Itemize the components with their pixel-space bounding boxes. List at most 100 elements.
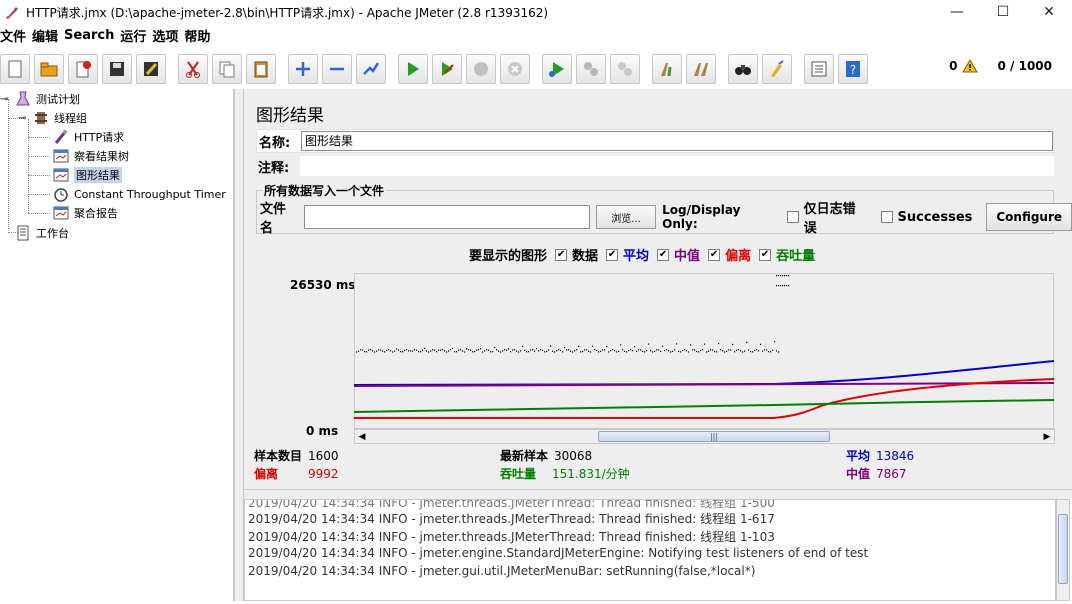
comment-field[interactable] — [300, 156, 1054, 176]
checkmark-icon[interactable]: ✔ — [708, 248, 721, 261]
remote-exit-button[interactable] — [610, 54, 640, 84]
menu-search[interactable]: Search — [64, 28, 120, 43]
help-button[interactable]: ? — [838, 54, 868, 84]
checkmark-icon[interactable]: ✔ — [657, 248, 670, 261]
new-button[interactable] — [0, 54, 30, 84]
data-point — [370, 349, 372, 351]
log-splitter[interactable] — [244, 489, 1072, 499]
save-button[interactable] — [102, 54, 132, 84]
errors-only-checkbox[interactable] — [786, 211, 799, 223]
checkmark-icon[interactable]: ✔ — [555, 248, 568, 261]
shutdown-button[interactable] — [500, 54, 530, 84]
tree-item-thread-group[interactable]: ⊸ 线程组 — [18, 109, 87, 127]
scroll-left-icon[interactable]: ◀ — [355, 430, 369, 443]
graph-median-toggle[interactable]: ✔ 中值 — [657, 245, 700, 264]
function-helper-button[interactable] — [804, 54, 834, 84]
tree-item-aggregate-report[interactable]: 聚合报告 — [52, 204, 118, 222]
graph-average-toggle[interactable]: ✔ 平均 — [606, 245, 649, 264]
y-axis-max-label: 26530 ms — [290, 278, 356, 292]
cut-button[interactable] — [178, 54, 208, 84]
tree-connector — [28, 137, 50, 138]
remote-stop-button[interactable] — [576, 54, 606, 84]
outlier-point — [776, 285, 778, 287]
log-scroll-thumb[interactable] — [1058, 514, 1068, 584]
data-point — [474, 351, 476, 353]
data-point — [680, 351, 682, 353]
graph-data-label: 数据 — [572, 249, 599, 264]
browse-button[interactable]: 浏览... — [595, 205, 657, 229]
data-point — [612, 349, 614, 351]
stop-button[interactable] — [466, 54, 496, 84]
outlier-point — [788, 285, 790, 287]
save-as-button[interactable] — [136, 54, 166, 84]
data-point — [424, 347, 426, 349]
menu-options[interactable]: 选项 — [152, 26, 184, 45]
data-point — [642, 350, 644, 353]
menu-edit[interactable]: 编辑 — [32, 26, 64, 45]
tree-item-http-request[interactable]: HTTP请求 — [52, 128, 124, 146]
name-row: 名称: 图形结果 — [256, 129, 1054, 153]
data-point — [430, 350, 432, 352]
data-point — [468, 349, 470, 351]
expand-toggle-icon[interactable]: ⊸ — [0, 94, 14, 105]
name-field[interactable]: 图形结果 — [301, 131, 1053, 151]
clear-button[interactable] — [652, 54, 682, 84]
scroll-thumb[interactable]: ||| — [598, 431, 830, 442]
open-button[interactable] — [34, 54, 64, 84]
menu-help[interactable]: 帮助 — [184, 26, 216, 45]
data-point — [712, 349, 714, 351]
data-point — [408, 350, 410, 352]
expand-all-button[interactable] — [288, 54, 318, 84]
search-button[interactable] — [728, 54, 758, 84]
log-vertical-scrollbar[interactable] — [1056, 499, 1070, 601]
outlier-point — [788, 275, 790, 277]
graph-throughput-toggle[interactable]: ✔ 吞吐量 — [759, 245, 815, 264]
close-window-button[interactable]: ✕ — [1026, 0, 1072, 24]
tree-item-graph-results[interactable]: 图形结果 — [52, 166, 122, 184]
copy-button[interactable] — [212, 54, 242, 84]
maximize-button[interactable]: ☐ — [980, 0, 1026, 24]
close-file-button[interactable] — [68, 54, 98, 84]
scroll-right-icon[interactable]: ▶ — [1040, 430, 1054, 443]
clear-all-button[interactable] — [686, 54, 716, 84]
stat-samples: 样本数目 1600 — [254, 447, 339, 464]
graph-deviation-toggle[interactable]: ✔ 偏离 — [708, 245, 751, 264]
expand-toggle-icon[interactable]: ⊸ — [18, 113, 32, 124]
tree-item-view-results-tree[interactable]: 察看结果树 — [52, 147, 129, 165]
start-button[interactable] — [398, 54, 428, 84]
configure-button[interactable]: Configure — [986, 203, 1072, 231]
data-point — [722, 350, 724, 352]
data-point — [714, 350, 716, 353]
checkmark-icon[interactable]: ✔ — [759, 248, 772, 261]
chart-horizontal-scrollbar[interactable]: ◀ ||| ▶ — [354, 429, 1055, 444]
graph-average-label: 平均 — [623, 249, 650, 264]
toggle-button[interactable] — [356, 54, 386, 84]
checkmark-icon[interactable]: ✔ — [606, 248, 619, 261]
outlier-point — [782, 275, 784, 277]
help-icon: ? — [846, 61, 860, 77]
tree-item-workbench[interactable]: 工作台 — [14, 224, 69, 242]
data-point — [670, 351, 672, 353]
graph-data-toggle[interactable]: ✔ 数据 — [555, 245, 598, 264]
tree-item-test-plan[interactable]: ⊸ 测试计划 — [0, 90, 80, 108]
start-no-pauses-button[interactable] — [432, 54, 462, 84]
filename-input[interactable] — [303, 205, 590, 229]
data-point — [470, 349, 472, 351]
graphs-to-display: 要显示的图形 ✔ 数据 ✔ 平均 ✔ 中值 ✔ 偏离 ✔ 吞吐量 — [469, 245, 823, 264]
vertical-splitter[interactable] — [234, 89, 244, 601]
data-point — [622, 349, 624, 351]
collapse-all-button[interactable] — [322, 54, 352, 84]
samples-label: 样本数目 — [254, 449, 303, 463]
data-point — [418, 351, 420, 353]
remote-start-button[interactable] — [542, 54, 572, 84]
successes-checkbox[interactable] — [880, 211, 893, 223]
tree-item-constant-throughput-timer[interactable]: Constant Throughput Timer — [52, 185, 226, 203]
reset-search-button[interactable] — [762, 54, 792, 84]
minimize-button[interactable]: — — [934, 0, 980, 24]
tree-connector — [28, 213, 50, 214]
data-point — [746, 341, 748, 343]
log-line: 2019/04/20 14:34:34 INFO - jmeter.engine… — [248, 546, 869, 560]
menu-run[interactable]: 运行 — [120, 26, 152, 45]
paste-button[interactable] — [246, 54, 276, 84]
menu-file[interactable]: 文件 — [0, 26, 32, 45]
